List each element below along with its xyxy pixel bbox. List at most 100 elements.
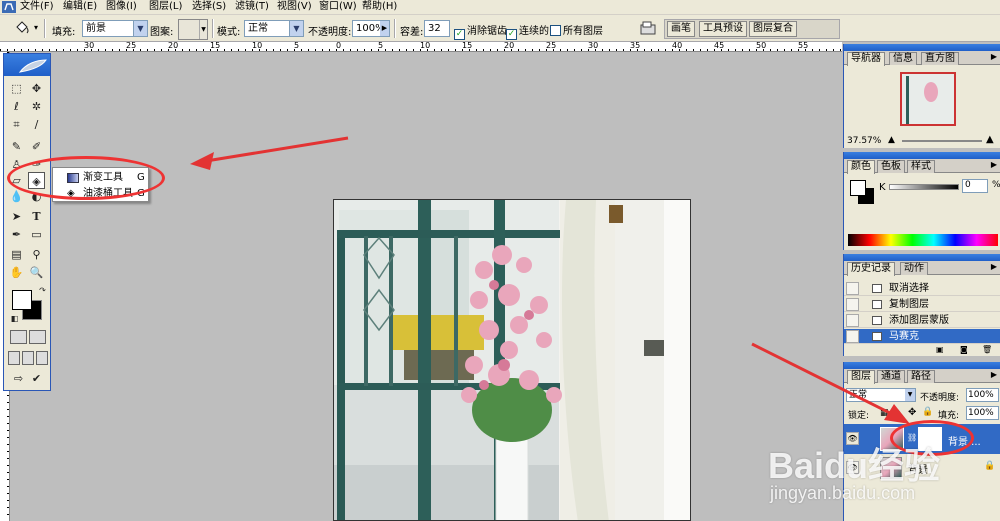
channel-value-input[interactable]: 0: [962, 179, 988, 193]
tab-histogram[interactable]: 直方图: [921, 52, 959, 65]
lock-all-icon[interactable]: 🔒: [922, 407, 933, 417]
pen-tool-icon[interactable]: ✒: [8, 226, 25, 243]
panel-menu-arrow-icon[interactable]: ▶: [991, 160, 997, 169]
tab-info[interactable]: 信息: [889, 52, 917, 65]
history-snapshot-box[interactable]: [846, 330, 859, 343]
new-document-from-state-icon[interactable]: ▣: [936, 345, 944, 354]
tab-history[interactable]: 历史记录: [847, 262, 895, 276]
jump-to-imageready-icon[interactable]: ⇨: [10, 370, 27, 387]
tab-channels[interactable]: 通道: [877, 370, 905, 383]
blend-mode-select[interactable]: 正常 ▼: [244, 20, 304, 37]
tab-styles[interactable]: 样式: [907, 160, 935, 173]
well-tab-layer-comps[interactable]: 图层复合: [749, 21, 797, 37]
notes-tool-icon[interactable]: ▤: [8, 246, 25, 263]
menu-filter[interactable]: 滤镜(T): [235, 1, 269, 13]
menu-window[interactable]: 窗口(W): [319, 1, 357, 13]
pattern-picker[interactable]: ▼: [178, 19, 208, 40]
zoom-slider-track[interactable]: [902, 140, 982, 142]
lock-image-icon[interactable]: ✎: [894, 408, 902, 418]
brush-tool-icon[interactable]: ✐: [28, 138, 45, 155]
history-snapshot-box[interactable]: [846, 282, 859, 295]
panel-titlebar[interactable]: [844, 362, 1000, 369]
toolbox-titlebar[interactable]: [4, 54, 50, 76]
trash-icon[interactable]: 🗑: [982, 345, 992, 354]
preset-dropdown-arrow-icon[interactable]: ▾: [34, 23, 38, 32]
tab-swatches[interactable]: 色板: [877, 160, 905, 173]
lock-position-icon[interactable]: ✥: [908, 407, 916, 418]
contiguous-checkbox[interactable]: ✓ 连续的: [506, 22, 549, 40]
file-browser-icon[interactable]: [640, 21, 656, 35]
rectangle-tool-icon[interactable]: ▭: [28, 226, 45, 243]
tab-actions[interactable]: 动作: [900, 262, 928, 275]
hand-tool-icon[interactable]: ✋: [8, 264, 25, 281]
history-item[interactable]: 添加图层蒙版: [844, 313, 1000, 328]
channel-slider[interactable]: [889, 184, 959, 190]
navigator-zoom-value[interactable]: 37.57%: [847, 136, 881, 146]
opacity-input[interactable]: 100% ▶: [352, 20, 390, 37]
layer-opacity-input[interactable]: 100%: [966, 388, 999, 402]
panel-menu-arrow-icon[interactable]: ▶: [991, 52, 997, 61]
checkbox-checked-icon: ✓: [454, 29, 465, 40]
slice-tool-icon[interactable]: ∕: [28, 116, 45, 133]
tab-paths[interactable]: 路径: [907, 370, 935, 383]
menu-edit[interactable]: 编辑(E): [63, 1, 97, 13]
standard-mode-button[interactable]: [10, 330, 27, 344]
document-canvas-image[interactable]: [333, 199, 691, 521]
path-selection-tool-icon[interactable]: ➤: [8, 208, 25, 225]
magic-wand-tool-icon[interactable]: ✲: [28, 98, 45, 115]
lock-transparency-icon[interactable]: ▦: [880, 408, 889, 418]
all-layers-checkbox[interactable]: 所有图层: [550, 22, 603, 37]
zoom-out-icon[interactable]: ▲: [888, 135, 895, 145]
swap-colors-icon[interactable]: ↷: [34, 282, 51, 299]
zoom-tool-icon[interactable]: 🔍: [28, 264, 45, 281]
menu-layer[interactable]: 图层(L): [149, 1, 182, 13]
menu-help[interactable]: 帮助(H): [362, 1, 397, 13]
history-snapshot-box[interactable]: [846, 298, 859, 311]
paint-bucket-preset-icon[interactable]: [14, 21, 30, 36]
move-tool-icon[interactable]: ✥: [28, 80, 45, 97]
well-tab-brushes[interactable]: 画笔: [667, 21, 695, 37]
menu-image[interactable]: 图像(I): [106, 1, 137, 13]
tolerance-input[interactable]: 32: [424, 20, 450, 37]
panel-titlebar[interactable]: [844, 44, 1000, 51]
history-item[interactable]: 复制图层: [844, 297, 1000, 312]
layer-fill-input[interactable]: 100%: [966, 406, 999, 420]
screen-mode-menu-button[interactable]: [22, 351, 34, 365]
navigator-thumbnail[interactable]: [900, 72, 956, 126]
menu-view[interactable]: 视图(V): [277, 1, 312, 13]
antialias-checkbox[interactable]: ✓ 消除锯齿: [454, 22, 507, 40]
menu-select[interactable]: 选择(S): [192, 1, 226, 13]
slider-arrow-icon[interactable]: ▶: [380, 21, 389, 36]
history-item-label: 取消选择: [889, 283, 929, 294]
foreground-color-swatch[interactable]: [12, 290, 32, 310]
type-tool-icon[interactable]: T: [28, 208, 45, 225]
marquee-tool-icon[interactable]: ⬚: [8, 80, 25, 97]
screen-mode-full-button[interactable]: [36, 351, 48, 365]
new-snapshot-icon[interactable]: ◙: [960, 345, 968, 354]
menu-file[interactable]: 文件(F): [20, 1, 54, 13]
healing-brush-tool-icon[interactable]: ✎: [8, 138, 25, 155]
default-colors-icon[interactable]: ◧: [6, 310, 23, 327]
edit-check-icon[interactable]: ✔: [28, 370, 45, 387]
tab-layers[interactable]: 图层: [847, 370, 875, 384]
history-snapshot-box[interactable]: [846, 314, 859, 327]
crop-tool-icon[interactable]: ⌗: [8, 116, 25, 133]
history-item-selected[interactable]: 马赛克: [844, 329, 1000, 344]
quick-mask-mode-button[interactable]: [29, 330, 46, 344]
fill-source-select[interactable]: 前景 ▼: [82, 20, 148, 37]
layer-blend-mode-select[interactable]: 正常 ▼: [846, 388, 916, 402]
color-spectrum-ramp[interactable]: [848, 234, 998, 246]
screen-mode-standard-button[interactable]: [8, 351, 20, 365]
panel-menu-arrow-icon[interactable]: ▶: [991, 370, 997, 379]
tab-navigator[interactable]: 导航器: [847, 52, 885, 66]
panel-titlebar[interactable]: [844, 152, 1000, 159]
well-tab-tool-presets[interactable]: 工具预设: [699, 21, 747, 37]
color-fg-swatch[interactable]: [850, 180, 866, 196]
eyedropper-tool-icon[interactable]: ⚲: [28, 246, 45, 263]
panel-titlebar[interactable]: [844, 254, 1000, 261]
lasso-tool-icon[interactable]: ℓ: [8, 98, 25, 115]
history-item[interactable]: 取消选择: [844, 281, 1000, 296]
panel-menu-arrow-icon[interactable]: ▶: [991, 262, 997, 271]
tab-color[interactable]: 颜色: [847, 160, 875, 174]
zoom-in-icon[interactable]: ▲: [986, 134, 994, 145]
